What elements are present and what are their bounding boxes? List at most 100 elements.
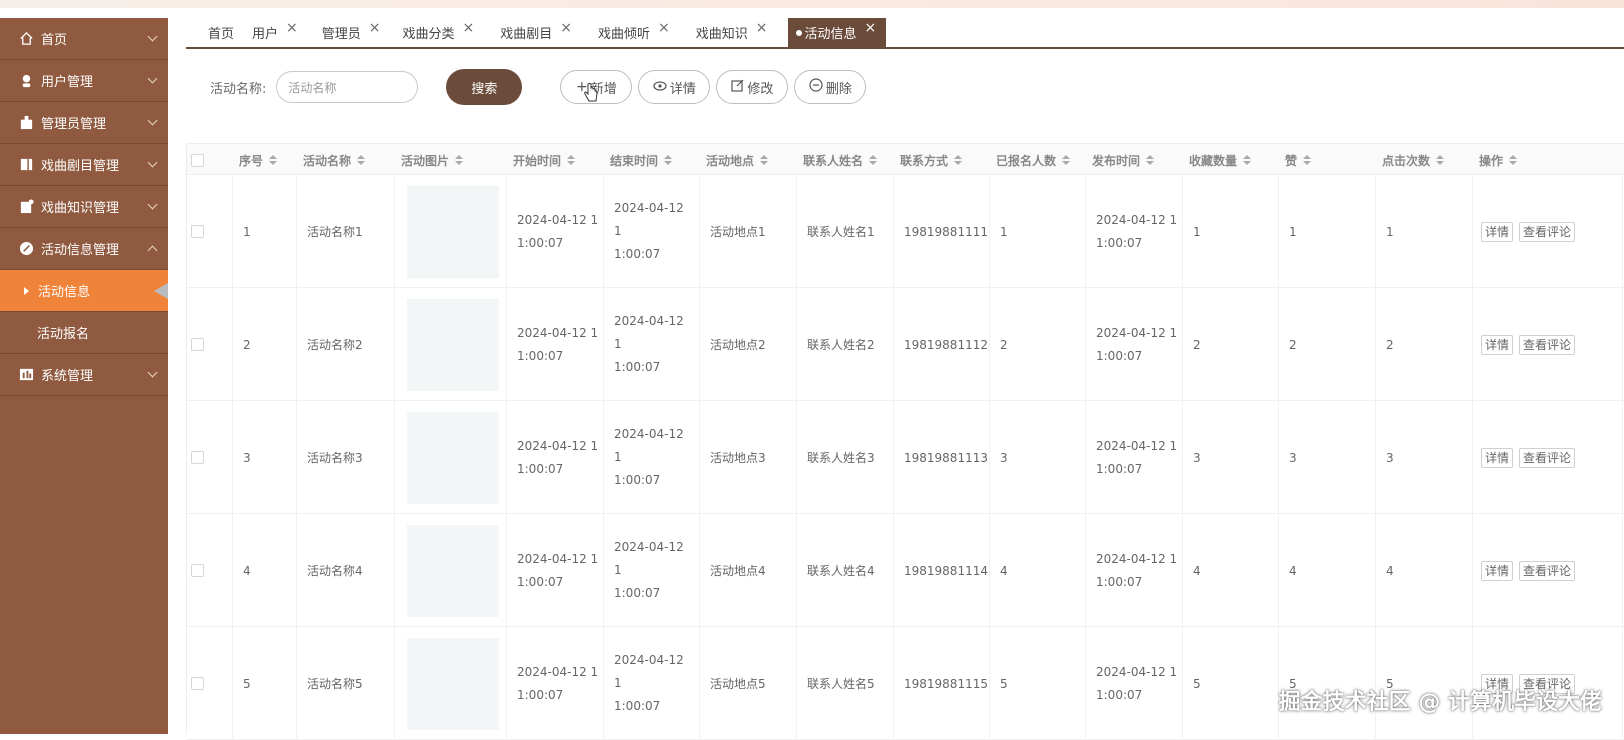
header-select-all[interactable] — [187, 144, 233, 176]
search-placeholder: 活动名称 — [288, 80, 337, 95]
sidebar-subitem-label: 活动报名 — [37, 327, 90, 342]
header-col-image[interactable]: 活动图片 — [395, 144, 507, 176]
sidebar-item-label: 活动信息管理 — [41, 243, 120, 258]
cell-image — [395, 627, 507, 740]
checkbox[interactable] — [191, 451, 204, 464]
search-input[interactable]: 活动名称 — [276, 71, 419, 103]
cell-contact: 联系人姓名3 — [797, 401, 894, 514]
tab-home[interactable]: 首页 — [186, 18, 242, 47]
cell-place: 活动地点2 — [700, 288, 797, 401]
row-view-comments-button[interactable]: 查看评论 — [1519, 560, 1576, 581]
table-row[interactable]: 4 活动名称4 2024-04-12 1 1:00:07 2024-04-12 1 1:0… — [187, 514, 1624, 627]
header-col-name[interactable]: 活动名称 — [297, 144, 395, 176]
cell-text: 2024-04-12 1 — [517, 212, 599, 227]
tab-activity-info[interactable]: 活动信息 × — [787, 18, 887, 47]
cell-text: 1:00:07 — [1096, 574, 1143, 589]
header-col-pubtime[interactable]: 发布时间 — [1086, 144, 1183, 176]
chevron-down-icon — [147, 115, 158, 126]
close-icon[interactable]: × — [658, 20, 670, 36]
cell-text: 1 — [1193, 224, 1201, 239]
cell-ops: 详情 查看评论 — [1473, 514, 1623, 627]
checkbox[interactable] — [191, 153, 204, 167]
close-icon[interactable]: × — [756, 20, 768, 36]
table-row[interactable]: 1 活动名称1 2024-04-12 1 1:00:07 2024-04-12 1 1:0… — [187, 175, 1624, 288]
toolbar: 活动名称: 活动名称 搜索 + 新增 详情 修改 删除 — [210, 68, 867, 106]
row-view-comments-button[interactable]: 查看评论 — [1519, 447, 1576, 468]
tab-opera-listening[interactable]: 戏曲倾听 × — [582, 18, 680, 47]
tab-opera-category[interactable]: 戏曲分类 × — [391, 18, 485, 47]
close-icon[interactable]: × — [463, 20, 475, 36]
tab-user[interactable]: 用户 × — [242, 18, 308, 47]
tab-label: 戏曲分类 — [402, 27, 455, 42]
tab-opera-knowledge[interactable]: 戏曲知识 × — [680, 18, 778, 47]
sidebar-item-opera-knowledge[interactable]: 戏曲知识管理 — [0, 186, 168, 228]
data-table: 序号 活动名称 活动图片 开始时间 结束时间 活动地点 联系人姓名 联系方式 已… — [186, 143, 1624, 740]
detail-button[interactable]: 详情 — [638, 70, 711, 104]
header-col-start[interactable]: 开始时间 — [507, 144, 604, 176]
cell-no: 5 — [233, 627, 297, 740]
cell-clicks: 1 — [1376, 175, 1473, 288]
row-detail-button[interactable]: 详情 — [1481, 221, 1514, 242]
cell-name: 活动名称1 — [297, 175, 395, 288]
cell-text: 5 — [1000, 676, 1008, 691]
header-col-no[interactable]: 序号 — [233, 144, 297, 176]
row-detail-button[interactable]: 详情 — [1481, 560, 1514, 581]
cell-text: 联系人姓名3 — [807, 451, 875, 465]
tab-opera-repertoire[interactable]: 戏曲剧目 × — [484, 18, 582, 47]
header-col-place[interactable]: 活动地点 — [700, 144, 797, 176]
tab-label: 活动信息 — [804, 27, 857, 42]
close-icon[interactable]: × — [286, 20, 298, 36]
checkbox[interactable] — [191, 677, 204, 690]
sidebar-subitem-activity-info[interactable]: 活动信息 — [0, 270, 168, 312]
sidebar-item-activity-management[interactable]: 活动信息管理 — [0, 228, 168, 270]
cell-clicks: 4 — [1376, 514, 1473, 627]
header-col-clicks[interactable]: 点击次数 — [1376, 144, 1473, 176]
sidebar-subitem-activity-signup[interactable]: 活动报名 — [0, 312, 168, 354]
table-row[interactable]: 2 活动名称2 2024-04-12 1 1:00:07 2024-04-12 1 1:0… — [187, 288, 1624, 401]
row-detail-button[interactable]: 详情 — [1481, 447, 1514, 468]
cell-text: 2024-04-12 1 — [614, 540, 684, 577]
book-icon — [18, 157, 34, 173]
edit-button[interactable]: 修改 — [716, 70, 789, 104]
sidebar-item-opera-repertoire[interactable]: 戏曲剧目管理 — [0, 144, 168, 186]
header-col-fav[interactable]: 收藏数量 — [1183, 144, 1279, 176]
search-button[interactable]: 搜索 — [446, 69, 523, 105]
cell-text: 2024-04-12 1 — [614, 201, 684, 238]
row-detail-button[interactable]: 详情 — [1481, 334, 1514, 355]
minus-circle-icon — [809, 78, 823, 96]
checkbox[interactable] — [191, 225, 204, 238]
sort-icon — [1509, 155, 1518, 165]
row-view-comments-button[interactable]: 查看评论 — [1519, 334, 1576, 355]
sort-icon — [664, 155, 673, 165]
checkbox[interactable] — [191, 338, 204, 351]
header-col-contact[interactable]: 联系人姓名 — [797, 144, 894, 176]
sort-icon — [1062, 155, 1071, 165]
sidebar-item-home[interactable]: 首页 — [0, 18, 168, 60]
header-col-ops[interactable]: 操作 — [1473, 144, 1623, 176]
row-view-comments-button[interactable]: 查看评论 — [1519, 221, 1576, 242]
checkbox[interactable] — [191, 564, 204, 577]
close-icon[interactable]: × — [369, 20, 381, 36]
sidebar-item-admin-management[interactable]: 管理员管理 — [0, 102, 168, 144]
cell-text: 3 — [243, 450, 251, 465]
table-body: 1 活动名称1 2024-04-12 1 1:00:07 2024-04-12 1 1:0… — [187, 175, 1624, 740]
sidebar: 首页 用户管理 管理员管理 戏曲剧目管理 戏曲知识管理 活动信息管理 活动信息 … — [0, 18, 168, 734]
header-col-phone[interactable]: 联系方式 — [894, 144, 990, 176]
sidebar-item-system-management[interactable]: 系统管理 — [0, 354, 168, 396]
tab-admin[interactable]: 管理员 × — [308, 18, 391, 47]
sort-icon — [954, 155, 963, 165]
cell-text: 联系人姓名1 — [807, 225, 875, 239]
header-col-likes[interactable]: 赞 — [1279, 144, 1376, 176]
header-col-signed[interactable]: 已报名人数 — [990, 144, 1086, 176]
close-icon[interactable]: × — [865, 20, 877, 36]
cell-text: 活动名称4 — [307, 564, 363, 578]
close-icon[interactable]: × — [560, 20, 572, 36]
table-row[interactable]: 3 活动名称3 2024-04-12 1 1:00:07 2024-04-12 1 1:0… — [187, 401, 1624, 514]
cell-text: 5 — [1193, 676, 1201, 691]
header-col-end[interactable]: 结束时间 — [604, 144, 700, 176]
cell-end: 2024-04-12 1 1:00:07 — [604, 401, 700, 514]
cell-no: 1 — [233, 175, 297, 288]
cell-text: 1:00:07 — [1096, 461, 1143, 476]
delete-button[interactable]: 删除 — [794, 70, 867, 104]
sidebar-item-user-management[interactable]: 用户管理 — [0, 60, 168, 102]
